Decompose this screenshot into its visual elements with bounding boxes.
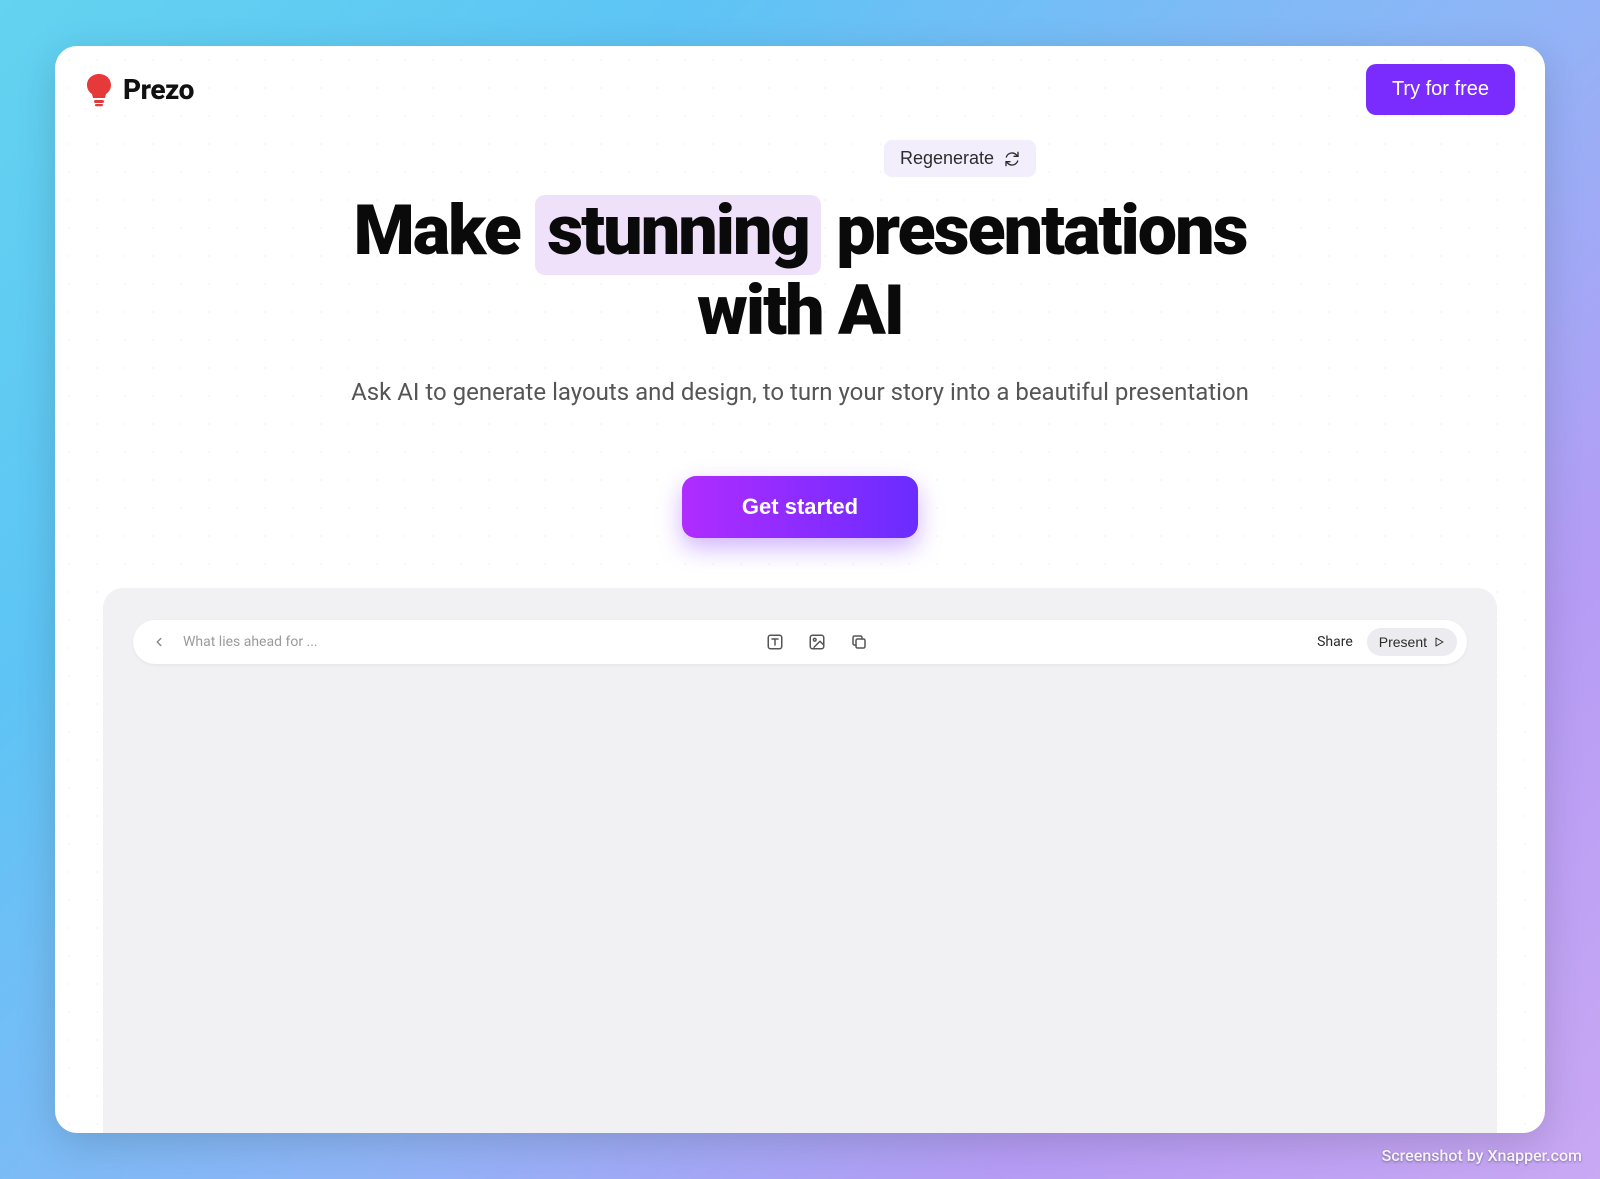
headline-pre: Make [354, 190, 536, 272]
duplicate-icon [850, 633, 868, 651]
preview-right: Share Present [1317, 628, 1457, 656]
app-card: Prezo Try for free Regenerate Make stunn… [55, 46, 1545, 1133]
share-button[interactable]: Share [1317, 634, 1353, 650]
brand-logo[interactable]: Prezo [85, 73, 194, 107]
lightbulb-icon [85, 73, 113, 107]
refresh-icon [1004, 151, 1020, 167]
watermark: Screenshot by Xnapper.com [1382, 1146, 1582, 1165]
text-icon [766, 633, 784, 651]
preview-center-tools [330, 632, 1305, 652]
preview-panel: What lies ahead for ... Share Present [103, 588, 1497, 1133]
brand-name: Prezo [123, 73, 194, 106]
preview-title: What lies ahead for ... [183, 634, 318, 650]
back-button[interactable] [149, 632, 169, 652]
preview-toolbar: What lies ahead for ... Share Present [133, 620, 1467, 664]
hero-headline: Make stunning presentations with AI [300, 195, 1300, 348]
present-label: Present [1379, 634, 1427, 650]
image-icon [808, 633, 826, 651]
text-tool-button[interactable] [765, 632, 785, 652]
regenerate-label: Regenerate [900, 148, 994, 169]
regenerate-button[interactable]: Regenerate [884, 140, 1036, 177]
preview-left: What lies ahead for ... [149, 632, 318, 652]
get-started-button[interactable]: Get started [682, 476, 918, 538]
header: Prezo Try for free [55, 46, 1545, 115]
present-button[interactable]: Present [1367, 628, 1457, 656]
hero: Regenerate Make stunning presentations w… [55, 136, 1545, 538]
headline-highlight: stunning [535, 195, 821, 275]
image-tool-button[interactable] [807, 632, 827, 652]
try-for-free-button[interactable]: Try for free [1366, 64, 1515, 115]
play-icon [1433, 636, 1445, 648]
hero-subheading: Ask AI to generate layouts and design, t… [351, 378, 1249, 406]
duplicate-tool-button[interactable] [849, 632, 869, 652]
chevron-left-icon [152, 635, 166, 649]
